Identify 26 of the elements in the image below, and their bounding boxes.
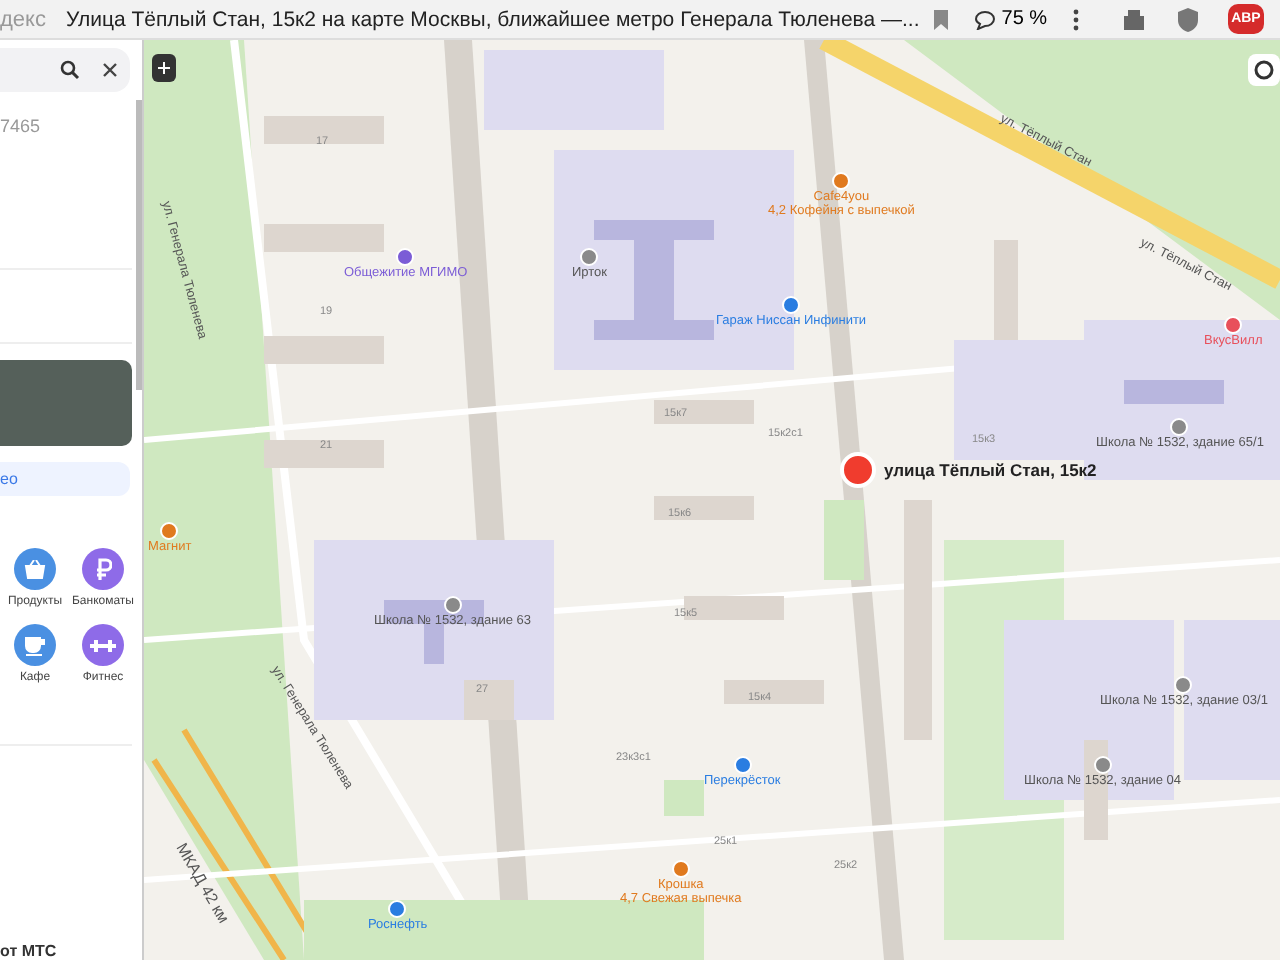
place-marker-icon[interactable]: [1174, 676, 1193, 694]
place-marker-icon[interactable]: [671, 860, 690, 878]
extension-icon[interactable]: [1119, 7, 1148, 31]
more-icon[interactable]: [1071, 7, 1080, 31]
layers-icon[interactable]: [1248, 54, 1280, 86]
link-button[interactable]: ео: [0, 462, 130, 496]
zoom-button[interactable]: 75 %: [973, 8, 1048, 30]
search-field[interactable]: [0, 48, 130, 92]
shield-icon[interactable]: [1175, 5, 1200, 33]
detail-text: 7465: [0, 116, 43, 136]
close-icon[interactable]: [102, 62, 118, 78]
place-marker-icon[interactable]: [832, 172, 851, 190]
place-marker-icon[interactable]: [1224, 316, 1243, 334]
place-marker-icon[interactable]: [733, 756, 752, 774]
place-marker-icon[interactable]: [782, 296, 801, 314]
address-label: улица Тёплый Стан, 15к2: [884, 460, 1097, 480]
bookmark-icon[interactable]: [931, 7, 950, 31]
zoom-in-icon[interactable]: [152, 54, 176, 82]
comment-icon: [973, 9, 996, 29]
search-icon[interactable]: [60, 60, 80, 80]
page-title: Улица Тёплый Стан, 15к2 на карте Москвы, ближайшее метро Генерала Тюленева —...: [63, 7, 920, 31]
scrollbar[interactable]: [136, 100, 142, 390]
tab-title[interactable]: декс: [0, 7, 46, 31]
place-marker-icon[interactable]: [396, 248, 415, 266]
footer-text: от МТС: [0, 942, 57, 960]
location-pin-icon[interactable]: [840, 452, 876, 488]
